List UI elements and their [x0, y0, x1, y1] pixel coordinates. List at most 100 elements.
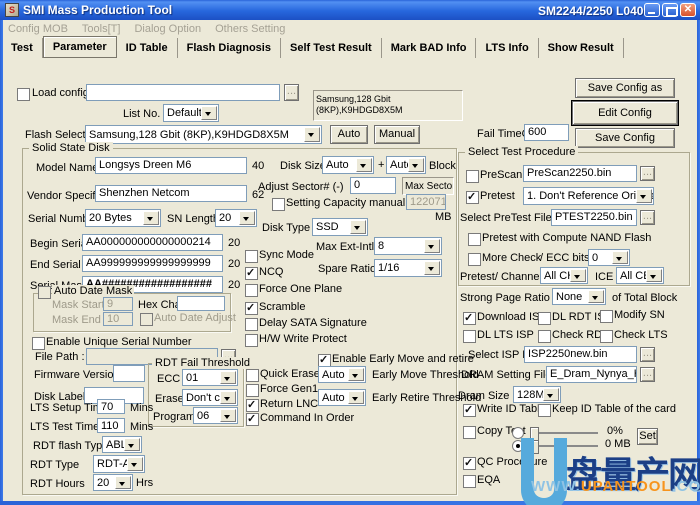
tab-test[interactable]: Test — [2, 38, 43, 58]
early-move-dropdown[interactable]: Auto — [318, 366, 366, 383]
ecc-dropdown[interactable]: 01 — [182, 369, 238, 386]
modify-sn-checkbox[interactable] — [600, 310, 613, 323]
dram-size-dropdown[interactable]: 128M — [513, 386, 561, 403]
mask-start-pos-input[interactable]: 9 — [103, 297, 133, 311]
select-isp-browse-button[interactable]: ... — [640, 347, 655, 362]
menu-others-setting[interactable]: Others Setting — [215, 23, 285, 35]
mask-end-pos-input[interactable]: 10 — [103, 312, 133, 326]
check-rdt-checkbox[interactable] — [538, 330, 551, 343]
program-dropdown[interactable]: 06 — [193, 407, 238, 424]
minimize-button[interactable] — [644, 3, 660, 17]
save-config-button[interactable]: Save Config — [575, 128, 675, 148]
write-id-table-checkbox[interactable] — [463, 404, 476, 417]
maximize-button[interactable] — [662, 3, 678, 17]
more-check-checkbox[interactable] — [468, 253, 481, 266]
enable-unique-serial-checkbox[interactable] — [32, 337, 45, 350]
sync-mode-checkbox[interactable] — [245, 250, 258, 263]
rdt-flash-type-dropdown[interactable]: ABL — [102, 436, 142, 453]
vendor-specific-input[interactable]: Shenzhen Netcom — [95, 185, 247, 202]
download-isp-checkbox[interactable] — [463, 312, 476, 325]
chevron-down-icon — [570, 269, 586, 282]
dram-setting-browse-button[interactable]: ... — [640, 367, 655, 382]
copy-test-checkbox[interactable] — [463, 426, 476, 439]
setting-capacity-input[interactable]: 122071 — [406, 194, 446, 210]
lts-test-time-input[interactable]: 110 — [97, 418, 125, 433]
setting-capacity-checkbox[interactable] — [272, 198, 285, 211]
return-lnc-checkbox[interactable] — [246, 399, 259, 412]
edit-config-button[interactable]: Edit Config — [572, 101, 678, 125]
model-name-input[interactable]: Longsys Dreen M6 — [95, 157, 247, 174]
auto-date-mask-checkbox[interactable] — [38, 286, 51, 299]
disk-size-block-dropdown[interactable]: Auto — [386, 156, 426, 174]
prescan-browse-button[interactable]: ... — [640, 166, 655, 181]
pretest-dropdown[interactable]: 1. Don't Reference Original Bad — [523, 187, 654, 205]
select-isp-file-input[interactable]: ISP2250new.bin — [524, 346, 637, 363]
load-config-input[interactable] — [86, 84, 280, 101]
qc-procedure-checkbox[interactable] — [463, 457, 476, 470]
dram-setting-file-input[interactable]: E_Dram_Nynya_Hynix.bin — [546, 366, 637, 383]
erase-dropdown[interactable]: Don't care — [182, 389, 238, 406]
tab-id-table[interactable]: ID Table — [117, 38, 178, 58]
tab-self-test-result[interactable]: Self Test Result — [281, 38, 382, 58]
tab-mark-bad-info[interactable]: Mark BAD Info — [382, 38, 477, 58]
max-ext-intlv-dropdown[interactable]: 8 — [374, 237, 442, 255]
check-lts-checkbox[interactable] — [600, 330, 613, 343]
ncq-checkbox[interactable] — [245, 267, 258, 280]
prescan-checkbox[interactable] — [466, 170, 479, 183]
strong-page-ratio-dropdown[interactable]: None — [552, 288, 606, 305]
firmware-version-input[interactable] — [113, 365, 145, 382]
hex-char-input[interactable] — [177, 296, 225, 311]
pretest-channel-dropdown[interactable]: All CH — [540, 267, 588, 284]
prescan-input[interactable]: PreScan2250.bin — [523, 165, 637, 182]
load-config-browse-button[interactable]: ... — [284, 84, 299, 101]
disk-size-dropdown[interactable]: Auto — [322, 156, 374, 174]
set-button[interactable]: Set — [637, 428, 658, 445]
tab-show-result[interactable]: Show Result — [539, 38, 624, 58]
load-config-checkbox[interactable] — [17, 88, 30, 101]
delay-sata-checkbox[interactable] — [245, 318, 258, 331]
manual-button[interactable]: Manual — [374, 125, 420, 144]
close-button[interactable]: ✕ — [680, 3, 696, 17]
serial-number-dropdown[interactable]: 20 Bytes — [85, 209, 161, 227]
list-no-dropdown[interactable]: Default — [163, 104, 219, 122]
auto-button[interactable]: Auto — [330, 125, 368, 144]
scramble-checkbox[interactable] — [245, 302, 258, 315]
ecc-bits-dropdown[interactable]: 0 — [588, 249, 630, 266]
dl-rdt-isp-checkbox[interactable] — [538, 312, 551, 325]
sn-length-dropdown[interactable]: 20 — [215, 209, 257, 227]
force-gen1-checkbox[interactable] — [246, 384, 259, 397]
auto-date-adjust-checkbox[interactable] — [140, 313, 153, 326]
select-pretest-file-input[interactable]: PTEST2250.bin — [551, 209, 637, 226]
rdt-type-dropdown[interactable]: RDT-A — [93, 455, 145, 473]
ice-dropdown[interactable]: All CE — [616, 267, 664, 284]
command-in-order-checkbox[interactable] — [246, 413, 259, 426]
tab-parameter[interactable]: Parameter — [43, 36, 117, 58]
pretest-checkbox[interactable] — [466, 191, 479, 204]
menu-config-mob[interactable]: Config MOB — [8, 23, 68, 35]
fail-timeout-input[interactable]: 600 — [524, 124, 569, 141]
hw-write-protect-checkbox[interactable] — [245, 334, 258, 347]
flash-select-dropdown[interactable]: Samsung,128 Gbit (8KP),K9HDGD8X5M — [85, 125, 322, 144]
tab-flash-diagnosis[interactable]: Flash Diagnosis — [178, 38, 281, 58]
begin-serial-input[interactable]: AA000000000000000214 — [82, 234, 223, 251]
eqa-checkbox[interactable] — [463, 475, 476, 488]
adjust-sector-input[interactable]: 0 — [350, 177, 396, 194]
dl-lts-isp-checkbox[interactable] — [463, 330, 476, 343]
pretest-compute-checkbox[interactable] — [468, 233, 481, 246]
rdt-hours-dropdown[interactable]: 20 — [93, 474, 133, 491]
menu-tools[interactable]: Tools[T] — [82, 23, 121, 35]
menu-dialog-option[interactable]: Dialog Option — [134, 23, 201, 35]
save-config-as-button[interactable]: Save Config as — [575, 78, 675, 98]
disk-type-dropdown[interactable]: SSD — [312, 218, 368, 236]
lts-setup-time-input[interactable]: 70 — [97, 399, 125, 414]
tab-lts-info[interactable]: LTS Info — [476, 38, 538, 58]
keep-id-table-checkbox[interactable] — [538, 404, 551, 417]
quick-erase-checkbox[interactable] — [246, 369, 259, 382]
spare-ratio-dropdown[interactable]: 1/16 — [374, 259, 442, 277]
early-retire-dropdown[interactable]: Auto — [318, 389, 366, 406]
flash-select-label: Flash Select — [25, 129, 86, 142]
copy-test-percent-slider[interactable] — [530, 432, 598, 434]
end-serial-input[interactable]: AA999999999999999999 — [82, 255, 223, 272]
force-one-plane-checkbox[interactable] — [245, 284, 258, 297]
select-pretest-browse-button[interactable]: ... — [640, 210, 655, 225]
